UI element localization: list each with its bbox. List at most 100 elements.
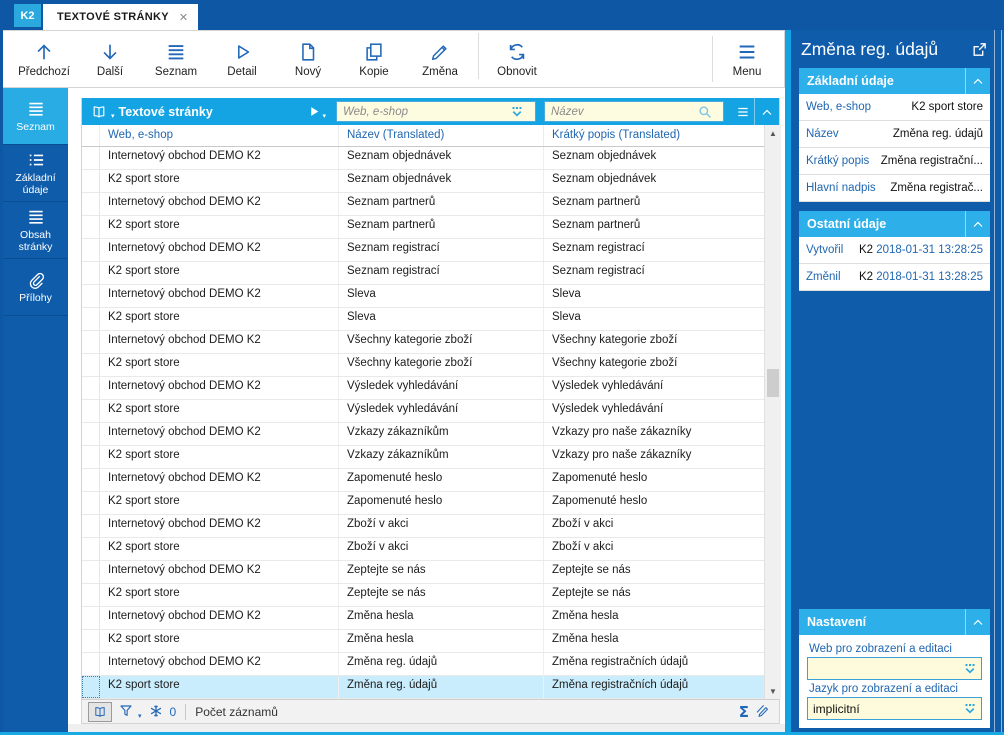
row-selector-cell[interactable] bbox=[82, 308, 100, 330]
table-row[interactable]: Internetový obchod DEMO K2Všechny katego… bbox=[82, 331, 764, 354]
sidebar-item-seznam[interactable]: Seznam bbox=[3, 88, 68, 145]
panel-field-row[interactable]: VytvořilK2 2018-01-31 13:28:25 bbox=[799, 237, 990, 264]
panel-field-row[interactable]: ZměnilK2 2018-01-31 13:28:25 bbox=[799, 264, 990, 291]
combo-dropdown-icon[interactable] bbox=[963, 662, 977, 676]
row-selector-cell[interactable] bbox=[82, 492, 100, 514]
scroll-up-icon[interactable]: ▲ bbox=[765, 125, 781, 141]
table-row[interactable]: K2 sport storeVzkazy zákazníkůmVzkazy pr… bbox=[82, 446, 764, 469]
table-row[interactable]: K2 sport storeSeznam registracíSeznam re… bbox=[82, 262, 764, 285]
row-selector-cell[interactable] bbox=[82, 354, 100, 376]
toolbar-button-novy[interactable]: Nový bbox=[275, 33, 341, 85]
table-row[interactable]: K2 sport storeSeznam partnerůSeznam part… bbox=[82, 216, 764, 239]
panel-field-row[interactable]: Krátký popisZměna registrační... bbox=[799, 148, 990, 175]
row-selector-cell[interactable] bbox=[82, 377, 100, 399]
chevron-up-icon[interactable] bbox=[965, 211, 990, 237]
table-row[interactable]: Internetový obchod DEMO K2Změna heslaZmě… bbox=[82, 607, 764, 630]
vertical-scrollbar[interactable]: ▲ ▼ bbox=[764, 125, 781, 699]
panel-field-row[interactable]: Web, e-shopK2 sport store bbox=[799, 94, 990, 121]
toolbar-button-seznam[interactable]: Seznam bbox=[143, 33, 209, 85]
sidebar-item-obsah-stranky[interactable]: Obsah stránky bbox=[3, 202, 68, 259]
row-selector-cell[interactable] bbox=[82, 676, 100, 698]
table-row[interactable]: K2 sport storeVšechny kategorie zbožíVše… bbox=[82, 354, 764, 377]
sum-icon[interactable]: Σ bbox=[739, 703, 749, 721]
footer-filter-icon[interactable] bbox=[118, 703, 136, 721]
scroll-thumb[interactable] bbox=[767, 369, 779, 397]
table-row[interactable]: K2 sport storeZměna heslaZměna hesla bbox=[82, 630, 764, 653]
row-selector-cell[interactable] bbox=[82, 193, 100, 215]
scroll-track[interactable] bbox=[765, 141, 781, 683]
toolbar-button-predchozi[interactable]: Předchozí bbox=[11, 33, 77, 85]
column-header[interactable]: Web, e-shop bbox=[100, 125, 339, 146]
setting-input-lang-edit[interactable] bbox=[813, 702, 963, 716]
toolbar-button-dalsi[interactable]: Další bbox=[77, 33, 143, 85]
table-row[interactable]: Internetový obchod DEMO K2Vzkazy zákazní… bbox=[82, 423, 764, 446]
toolbar-button-kopie[interactable]: Kopie bbox=[341, 33, 407, 85]
row-selector-cell[interactable] bbox=[82, 170, 100, 192]
play-button[interactable] bbox=[308, 105, 321, 118]
panel-field-row[interactable]: Hlavní nadpisZměna registrač... bbox=[799, 175, 990, 202]
filter-web-input[interactable] bbox=[343, 106, 502, 118]
row-selector-cell[interactable] bbox=[82, 584, 100, 606]
grid-collapse-button[interactable] bbox=[754, 98, 779, 125]
section-basic-header[interactable]: Základní údaje bbox=[799, 68, 990, 94]
k2-logo[interactable]: K2 bbox=[14, 4, 41, 27]
table-row[interactable]: Internetový obchod DEMO K2Výsledek vyhle… bbox=[82, 377, 764, 400]
row-selector-cell[interactable] bbox=[82, 239, 100, 261]
toolbar-button-detail[interactable]: Detail bbox=[209, 33, 275, 85]
table-row[interactable]: K2 sport storeZboží v akciZboží v akci bbox=[82, 538, 764, 561]
table-row[interactable]: K2 sport storeVýsledek vyhledáváníVýsled… bbox=[82, 400, 764, 423]
panel-field-row[interactable]: NázevZměna reg. údajů bbox=[799, 121, 990, 148]
scroll-down-icon[interactable]: ▼ bbox=[765, 683, 781, 699]
sidebar-item-zakladni-udaje[interactable]: Základní údaje bbox=[3, 145, 68, 202]
combo-dropdown-icon[interactable] bbox=[510, 105, 524, 119]
row-selector-cell[interactable] bbox=[82, 538, 100, 560]
toolbar-button-zmena[interactable]: Změna bbox=[407, 33, 473, 85]
table-row[interactable]: K2 sport storeZapomenuté hesloZapomenuté… bbox=[82, 492, 764, 515]
table-row[interactable]: Internetový obchod DEMO K2SlevaSleva bbox=[82, 285, 764, 308]
row-selector-cell[interactable] bbox=[82, 515, 100, 537]
search-icon[interactable] bbox=[698, 105, 712, 119]
filter-name-search[interactable] bbox=[544, 101, 724, 122]
row-selector-cell[interactable] bbox=[82, 561, 100, 583]
section-other-header[interactable]: Ostatní údaje bbox=[799, 211, 990, 237]
section-settings-header[interactable]: Nastavení bbox=[799, 609, 990, 635]
row-selector-cell[interactable] bbox=[82, 423, 100, 445]
row-selector-cell[interactable] bbox=[82, 262, 100, 284]
row-selector-cell[interactable] bbox=[82, 285, 100, 307]
column-header[interactable]: Název (Translated) bbox=[339, 125, 544, 146]
table-row[interactable]: Internetový obchod DEMO K2Zboží v akciZb… bbox=[82, 515, 764, 538]
column-header[interactable]: Krátký popis (Translated) bbox=[544, 125, 764, 146]
row-selector-cell[interactable] bbox=[82, 147, 100, 169]
panel-scrollbar[interactable] bbox=[994, 30, 1002, 732]
chevron-up-icon[interactable] bbox=[965, 609, 990, 635]
footer-book-button[interactable] bbox=[88, 702, 112, 722]
row-selector-cell[interactable] bbox=[82, 446, 100, 468]
filter-web-combo[interactable] bbox=[336, 101, 536, 122]
filter-name-input[interactable] bbox=[551, 106, 690, 118]
row-selector-cell[interactable] bbox=[82, 469, 100, 491]
edit-disabled-icon[interactable] bbox=[755, 703, 773, 721]
table-row[interactable]: K2 sport storeSeznam objednávekSeznam ob… bbox=[82, 170, 764, 193]
grid-menu-icon[interactable] bbox=[732, 98, 754, 125]
table-row[interactable]: Internetový obchod DEMO K2Zapomenuté hes… bbox=[82, 469, 764, 492]
combo-dropdown-icon[interactable] bbox=[963, 702, 977, 716]
row-selector-cell[interactable] bbox=[82, 216, 100, 238]
table-row[interactable]: Internetový obchod DEMO K2Zeptejte se ná… bbox=[82, 561, 764, 584]
chevron-up-icon[interactable] bbox=[965, 68, 990, 94]
row-selector-cell[interactable] bbox=[82, 400, 100, 422]
table-row[interactable]: K2 sport storeSlevaSleva bbox=[82, 308, 764, 331]
setting-input-web-edit[interactable] bbox=[813, 662, 963, 676]
footer-freeze-icon[interactable] bbox=[148, 703, 166, 721]
table-row[interactable]: Internetový obchod DEMO K2Seznam objedná… bbox=[82, 147, 764, 170]
menu-button[interactable]: Menu bbox=[718, 33, 776, 85]
table-row[interactable]: Internetový obchod DEMO K2Změna reg. úda… bbox=[82, 653, 764, 676]
sidebar-item-prilohy[interactable]: Přílohy bbox=[3, 259, 68, 316]
row-selector-cell[interactable] bbox=[82, 331, 100, 353]
external-link-icon[interactable] bbox=[971, 41, 988, 58]
table-row[interactable]: K2 sport storeZeptejte se násZeptejte se… bbox=[82, 584, 764, 607]
tab-close-icon[interactable]: ✕ bbox=[179, 11, 188, 24]
table-row[interactable]: K2 sport storeZměna reg. údajůZměna regi… bbox=[82, 676, 764, 699]
tab-textove-stranky[interactable]: TEXTOVÉ STRÁNKY ✕ bbox=[43, 4, 198, 30]
table-row[interactable]: Internetový obchod DEMO K2Seznam partner… bbox=[82, 193, 764, 216]
toolbar-button-obnovit[interactable]: Obnovit bbox=[484, 33, 550, 85]
